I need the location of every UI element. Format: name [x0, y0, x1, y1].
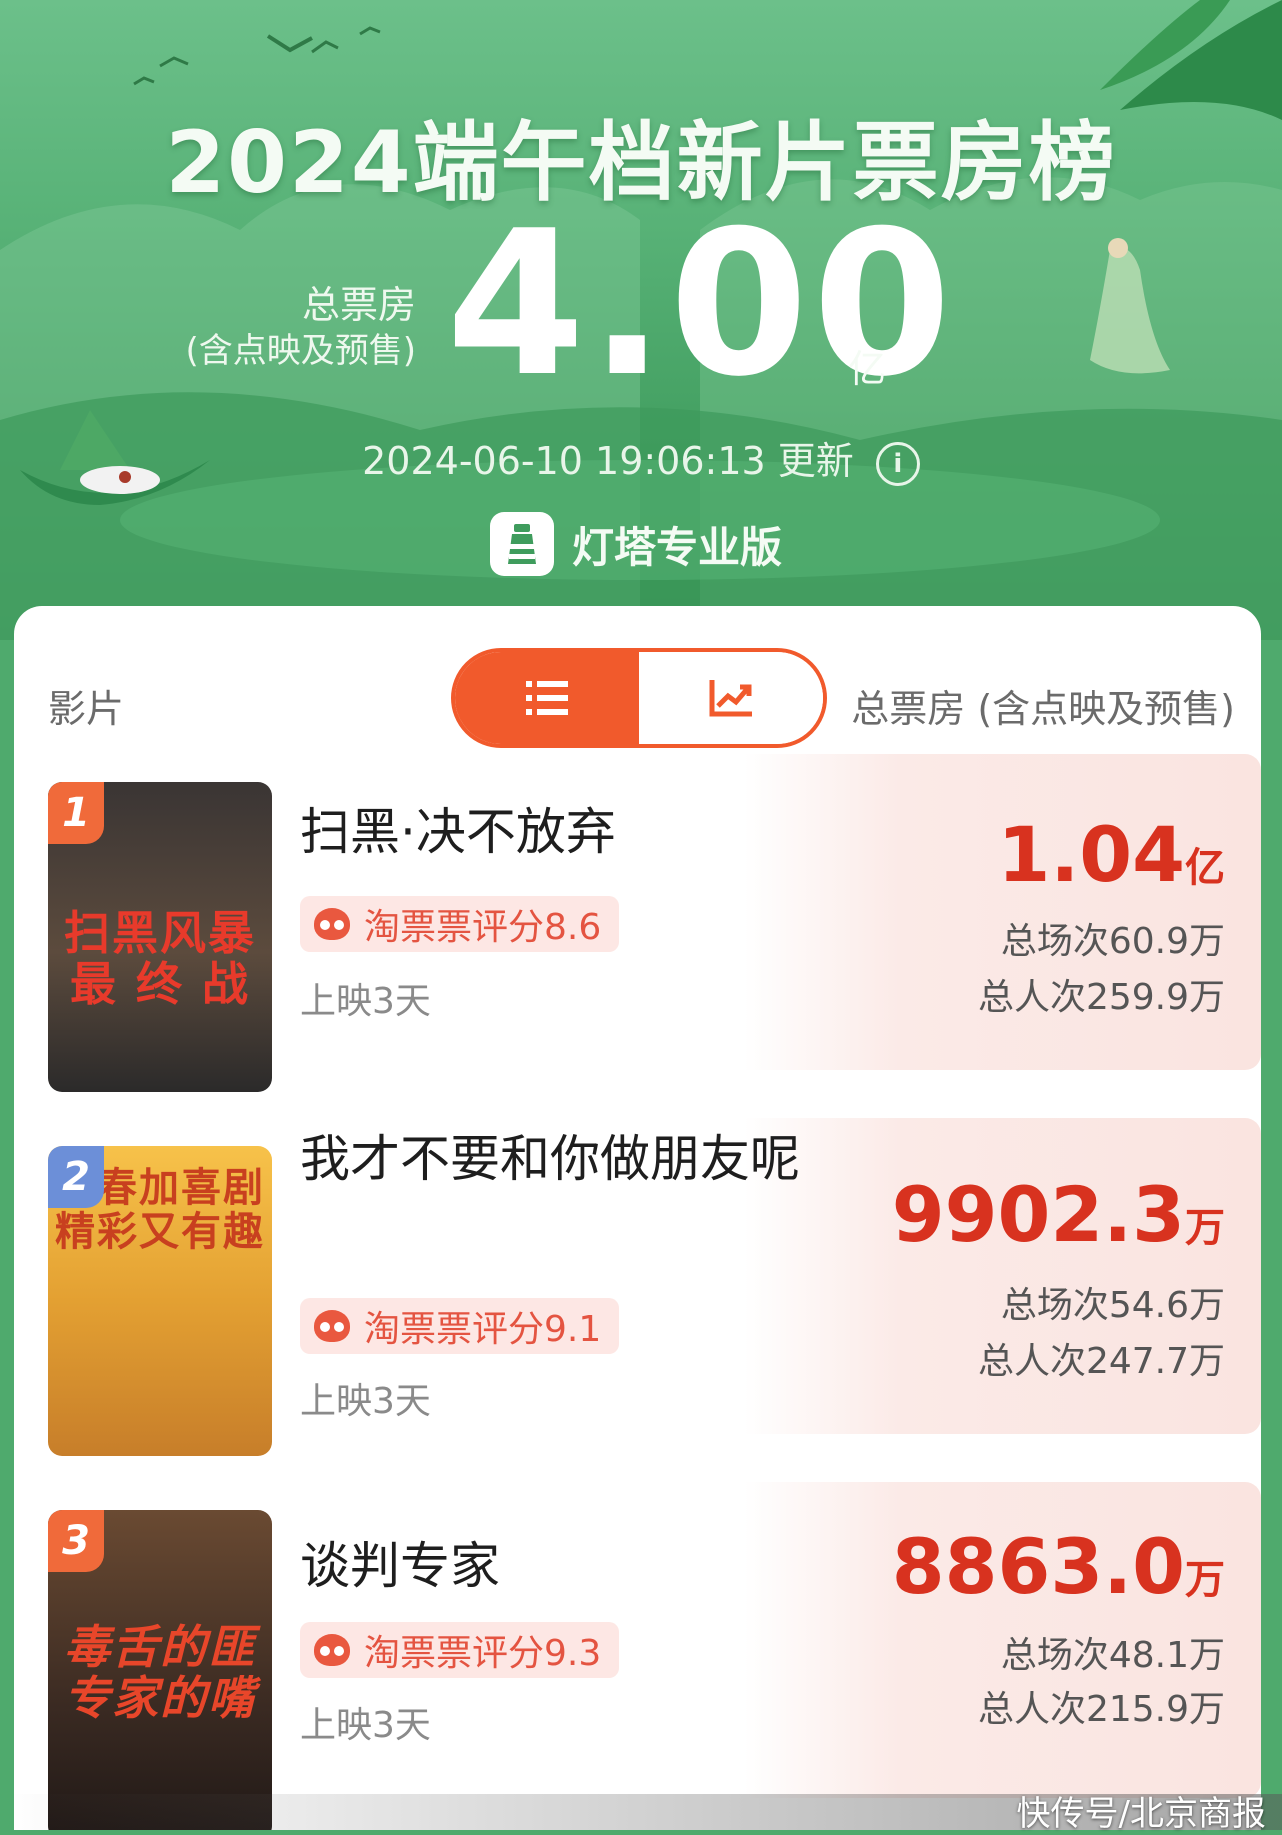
film-poster: 扫黑风暴 最 终 战 1	[48, 782, 272, 1092]
update-time-row: 2024-06-10 19:06:13 更新 i	[0, 430, 1282, 486]
rating-badge: 淘票票评分9.1	[300, 1298, 620, 1354]
poster-title: 扫黑风暴 最 终 战	[64, 906, 256, 1011]
rating-badge: 淘票票评分8.6	[300, 896, 620, 952]
gross: 9902.3万	[892, 1170, 1225, 1259]
total-admissions: 总人次259.9万	[977, 977, 1225, 1018]
film-poster: 毒舌的匪 专家的嘴 3	[48, 1510, 272, 1830]
gross-value: 8863.0	[891, 1522, 1185, 1611]
total-shows: 总场次48.1万	[1000, 1635, 1225, 1676]
total-label-main: 总票房	[301, 283, 416, 327]
rating-badge: 淘票票评分9.3	[300, 1622, 620, 1678]
film-title[interactable]: 我才不要和你做朋友呢	[300, 1128, 820, 1190]
film-row[interactable]: 扫黑风暴 最 终 战 1 扫黑·决不放弃 淘票票评分8.6 上映3天 1.04亿…	[14, 754, 1261, 1092]
days-released: 上映3天	[300, 1381, 431, 1422]
chart-view-button[interactable]	[639, 652, 823, 744]
film-poster: 青春加喜剧 精彩又有趣 2	[48, 1146, 272, 1456]
column-header-film: 影片	[48, 687, 125, 731]
rating-text: 淘票票评分9.3	[364, 1633, 602, 1674]
total-admissions: 总人次247.7万	[977, 1341, 1225, 1382]
info-icon[interactable]: i	[875, 441, 920, 486]
brand-name: 灯塔专业版	[572, 522, 783, 572]
brand: 灯塔专业版	[490, 512, 782, 576]
rank-badge: 2	[48, 1146, 104, 1208]
rating-text: 淘票票评分8.6	[364, 907, 602, 948]
view-toggle[interactable]	[451, 648, 827, 748]
film-title[interactable]: 谈判专家	[300, 1534, 820, 1599]
total-admissions: 总人次215.9万	[977, 1689, 1225, 1730]
gross-value: 1.04	[997, 810, 1185, 899]
total-box-office-unit: 亿	[848, 347, 887, 391]
lighthouse-logo-icon	[490, 512, 554, 576]
total-shows: 总场次54.6万	[1000, 1285, 1225, 1326]
taopiaopiao-icon	[314, 1310, 350, 1342]
list-icon	[526, 681, 568, 715]
gross-unit: 亿	[1185, 845, 1225, 891]
poster-title: 毒舌的匪 专家的嘴	[64, 1620, 256, 1725]
gross-unit: 万	[1185, 1557, 1225, 1603]
film-row[interactable]: 毒舌的匪 专家的嘴 3 谈判专家 淘票票评分9.3 上映3天 8863.0万 总…	[14, 1482, 1261, 1830]
rating-text: 淘票票评分9.1	[364, 1309, 602, 1350]
total-label-sub: (含点映及预售)	[185, 330, 416, 371]
gross-value: 9902.3	[891, 1170, 1185, 1259]
taopiaopiao-icon	[314, 908, 350, 940]
watermark-text: 快传号/北京商报	[1016, 1794, 1266, 1834]
ranking-card: 影片 总票房 (含点映及预售) 扫黑风暴 最 终 战 1 扫黑·决不放弃 淘票票…	[14, 606, 1261, 1830]
column-header-total: 总票房 (含点映及预售)	[851, 687, 1235, 731]
chart-icon	[709, 680, 752, 717]
rank-badge: 1	[48, 782, 104, 844]
taopiaopiao-icon	[314, 1634, 350, 1666]
gross: 1.04亿	[997, 810, 1225, 899]
gross: 8863.0万	[892, 1522, 1225, 1611]
days-released: 上映3天	[300, 1705, 431, 1746]
film-row[interactable]: 青春加喜剧 精彩又有趣 2 我才不要和你做朋友呢 淘票票评分9.1 上映3天 9…	[14, 1118, 1261, 1456]
total-box-office-label: 总票房 (含点映及预售)	[185, 282, 416, 372]
gross-unit: 万	[1185, 1205, 1225, 1251]
rank-badge: 3	[48, 1510, 104, 1572]
update-time: 2024-06-10 19:06:13 更新	[362, 439, 854, 483]
hero-banner: 2024端午档新片票房榜 总票房 (含点映及预售) 4.00 亿 2024-06…	[0, 0, 1282, 640]
list-view-button[interactable]	[455, 652, 639, 744]
days-released: 上映3天	[300, 981, 431, 1022]
film-title[interactable]: 扫黑·决不放弃	[300, 800, 820, 865]
total-shows: 总场次60.9万	[1000, 921, 1225, 962]
